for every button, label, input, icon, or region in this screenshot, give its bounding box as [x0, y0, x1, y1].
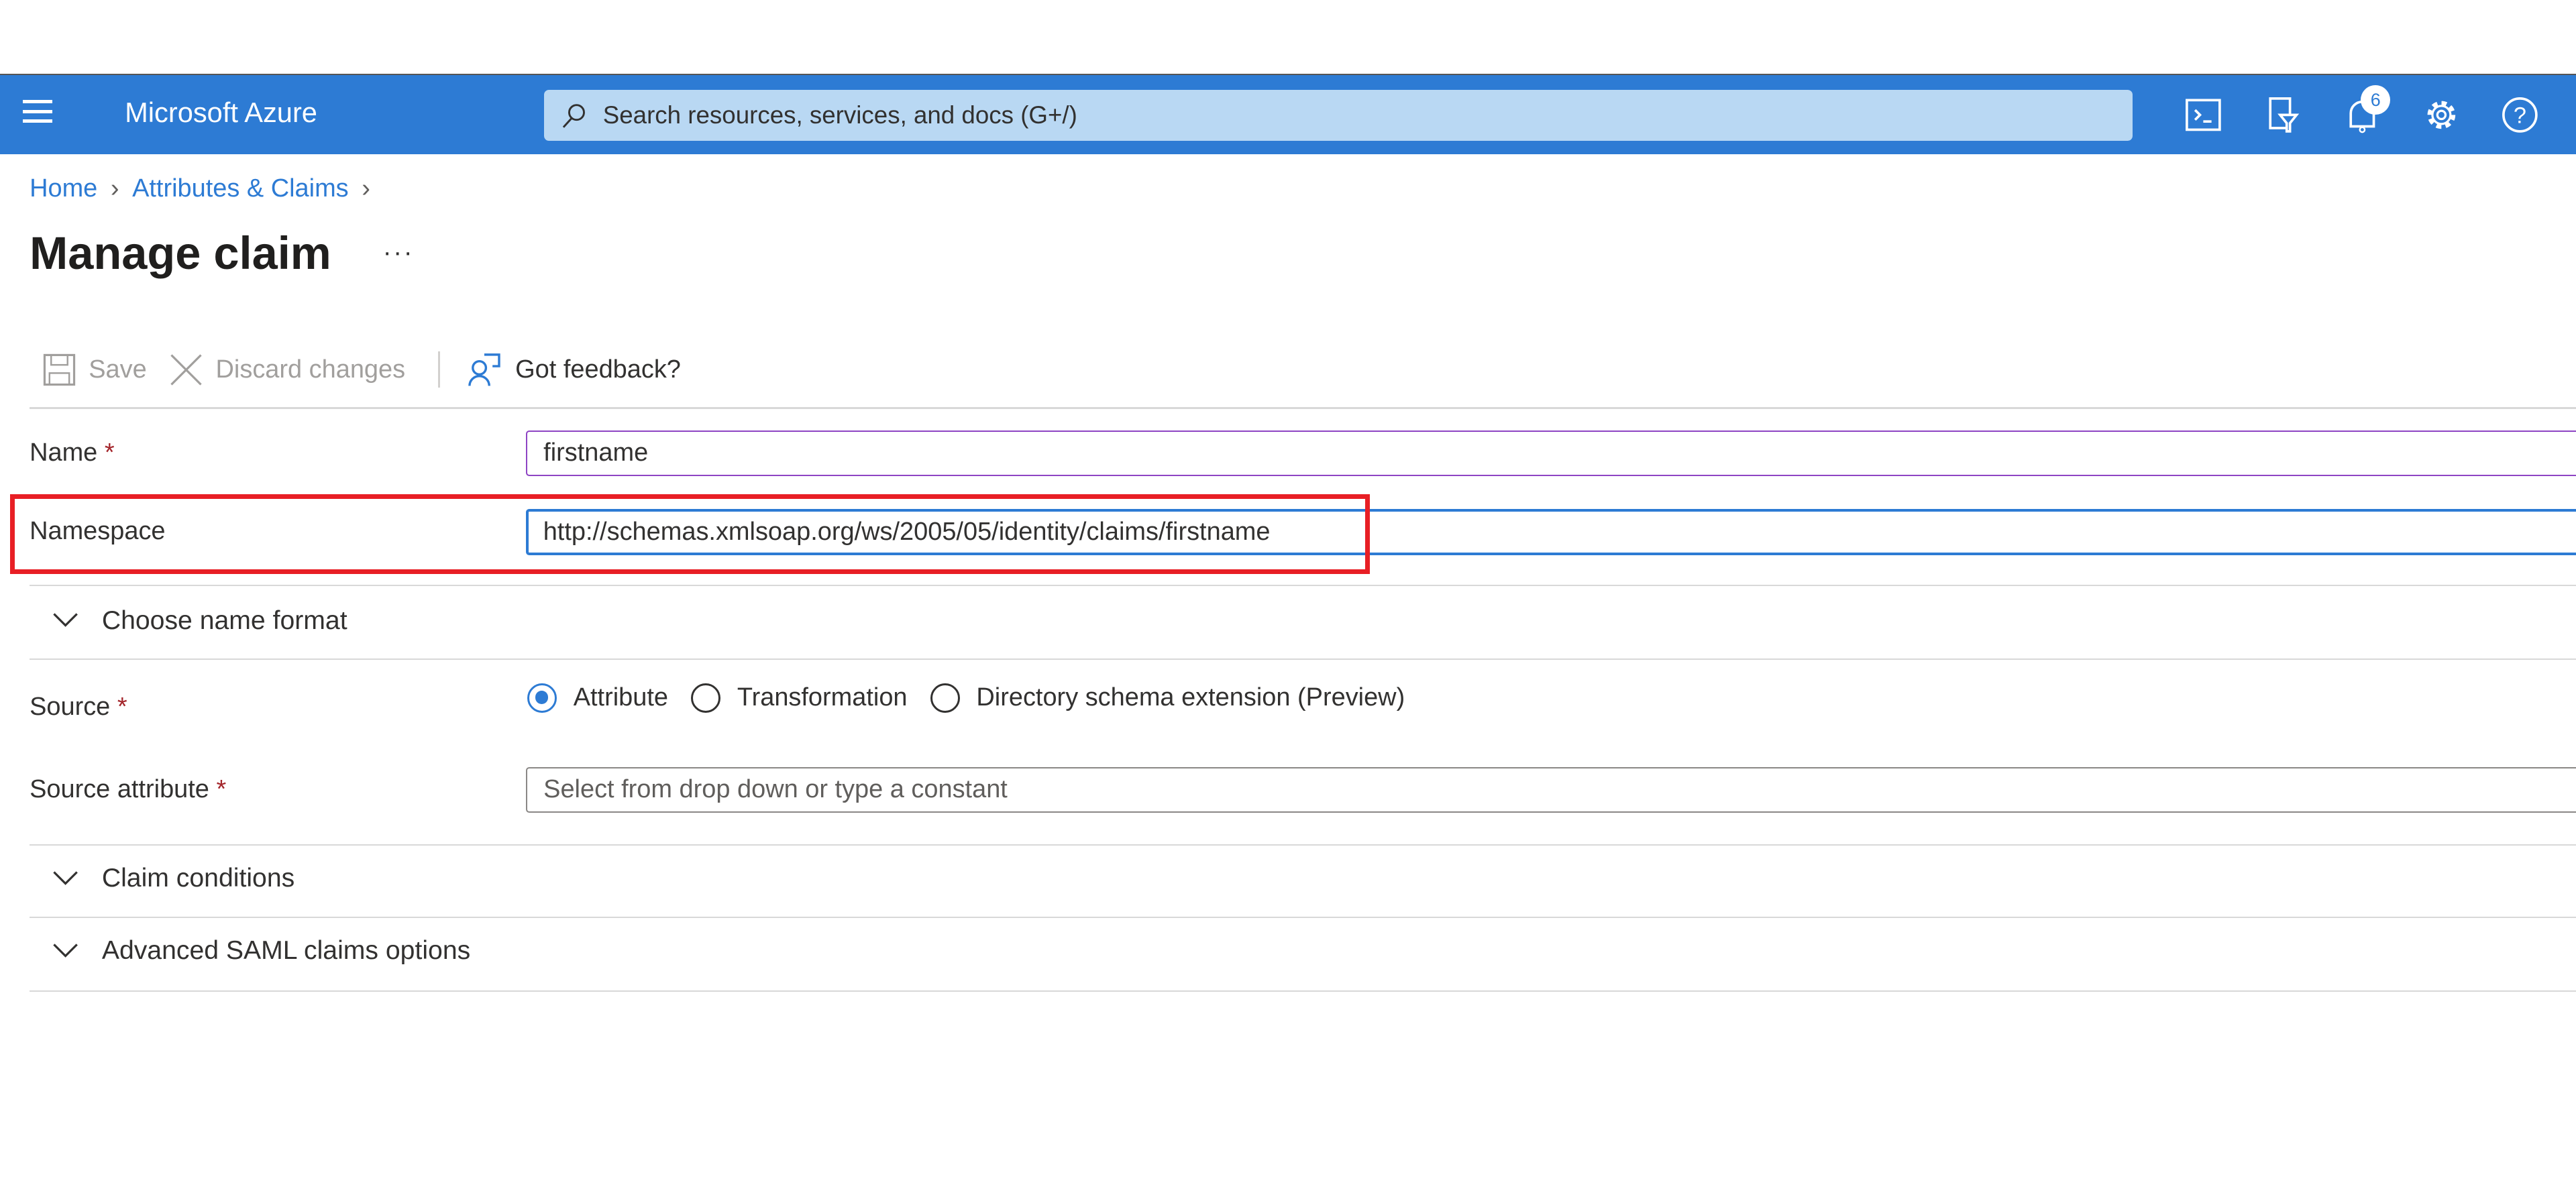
save-icon	[43, 353, 75, 386]
radio-empty-icon	[930, 683, 960, 713]
close-icon	[170, 353, 202, 386]
radio-empty-icon	[691, 683, 721, 713]
divider	[30, 658, 2576, 661]
brand-title[interactable]: Microsoft Azure	[125, 97, 317, 129]
radio-attribute[interactable]: Attribute	[527, 683, 668, 713]
feedback-icon	[468, 353, 500, 386]
breadcrumb-attributes-claims[interactable]: Attributes & Claims	[132, 174, 349, 203]
save-button[interactable]: Save	[43, 353, 147, 386]
menu-icon[interactable]	[23, 99, 53, 126]
divider	[30, 990, 2576, 992]
section-label: Advanced SAML claims options	[101, 935, 471, 965]
namespace-label: Namespace	[30, 517, 166, 546]
discard-changes-button[interactable]: Discard changes	[170, 353, 405, 386]
chevron-down-icon	[53, 943, 78, 958]
name-label: Name *	[30, 438, 115, 467]
chevron-right-icon: ›	[362, 174, 370, 203]
chevron-down-icon	[53, 613, 78, 628]
divider	[30, 584, 2576, 587]
chevron-right-icon: ›	[110, 174, 119, 203]
source-attribute-label: Source attribute *	[30, 775, 227, 803]
radio-transformation[interactable]: Transformation	[691, 683, 908, 713]
discard-label: Discard changes	[215, 355, 406, 384]
feedback-label: Got feedback?	[515, 355, 681, 384]
gear-icon[interactable]	[2422, 95, 2461, 135]
advanced-saml-options-toggle[interactable]: Advanced SAML claims options	[52, 936, 470, 966]
radio-directory-schema-extension[interactable]: Directory schema extension (Preview)	[930, 683, 1405, 713]
chevron-down-icon	[53, 871, 78, 885]
divider	[30, 916, 2576, 918]
divider	[30, 844, 2576, 846]
toolbar-divider	[438, 351, 440, 388]
source-radio-group: Attribute Transformation Directory schem…	[527, 683, 1428, 713]
breadcrumb-home[interactable]: Home	[30, 174, 97, 203]
save-label: Save	[89, 355, 147, 384]
directory-filter-icon[interactable]	[2262, 95, 2302, 135]
namespace-input[interactable]	[525, 509, 2576, 555]
name-input[interactable]	[525, 430, 2576, 477]
claim-conditions-toggle[interactable]: Claim conditions	[52, 864, 294, 893]
breadcrumb: Home › Attributes & Claims ›	[30, 174, 370, 203]
help-icon[interactable]: ?	[2500, 95, 2540, 135]
radio-selected-icon	[527, 683, 557, 713]
more-options-button[interactable]: ···	[383, 238, 414, 268]
search-icon	[562, 103, 586, 128]
feedback-button[interactable]: Got feedback?	[466, 351, 681, 388]
cloud-shell-icon[interactable]	[2184, 95, 2223, 135]
source-attribute-combobox[interactable]	[525, 766, 2576, 813]
svg-text:?: ?	[2514, 103, 2526, 128]
source-label: Source *	[30, 693, 127, 722]
toolbar: Save Discard changes Got feedback?	[43, 351, 704, 388]
choose-name-format-toggle[interactable]: Choose name format	[52, 606, 347, 636]
global-search[interactable]	[543, 90, 2133, 141]
section-label: Claim conditions	[101, 864, 295, 893]
section-label: Choose name format	[101, 606, 347, 635]
divider	[30, 407, 2576, 409]
page-title: Manage claim	[30, 227, 331, 279]
notification-badge: 6	[2361, 84, 2391, 115]
search-input[interactable]	[599, 99, 2085, 131]
top-bar: Microsoft Azure 6 ?	[0, 74, 2576, 154]
